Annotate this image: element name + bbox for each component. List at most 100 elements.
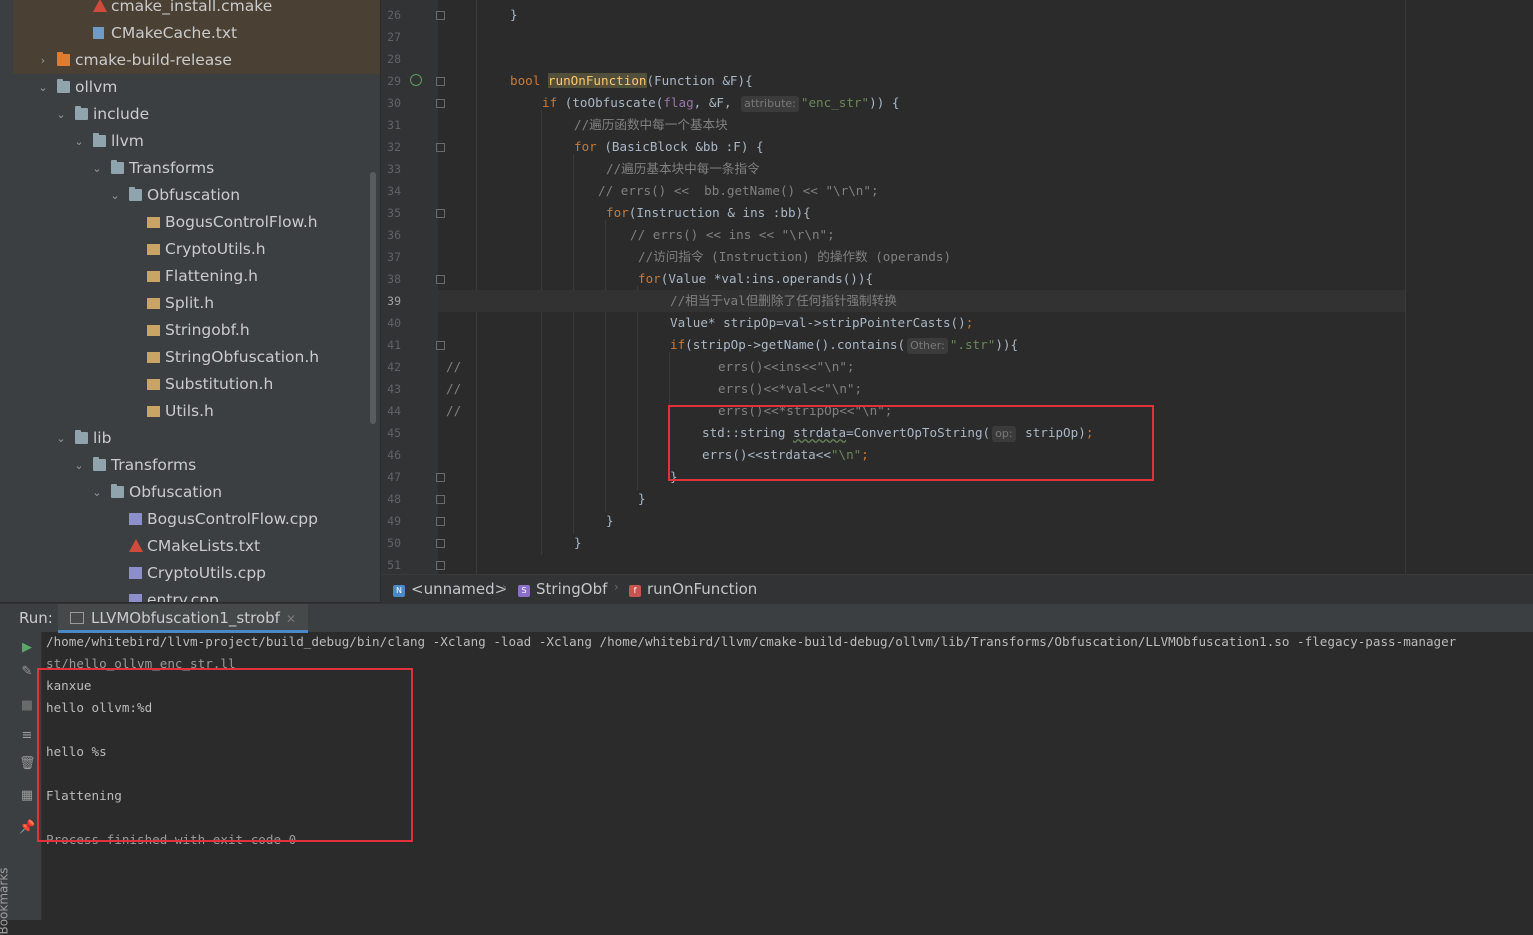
tree-item[interactable]: Stringobf.h bbox=[13, 317, 380, 344]
tree-item[interactable]: ⌄ ollvm bbox=[13, 74, 380, 101]
tree-item[interactable]: ⌄ Obfuscation bbox=[13, 479, 380, 506]
line-number[interactable]: 51 bbox=[381, 554, 401, 574]
line-number[interactable]: 33 bbox=[381, 158, 401, 180]
line-number[interactable]: 28 bbox=[381, 48, 401, 70]
code-line-26[interactable]: } bbox=[510, 4, 518, 26]
line-number[interactable]: 42 bbox=[381, 356, 401, 378]
line-number[interactable]: 39 bbox=[381, 290, 401, 312]
code-line-37[interactable]: //访问指令 (Instruction) 的操作数 (operands) bbox=[638, 246, 951, 268]
line-number[interactable]: 31 bbox=[381, 114, 401, 136]
line-number[interactable]: 41 bbox=[381, 334, 401, 356]
chevron-down-icon[interactable]: ⌄ bbox=[55, 425, 67, 452]
fold-marker-icon[interactable] bbox=[436, 99, 445, 108]
line-number[interactable]: 37 bbox=[381, 246, 401, 268]
breadcrumb-function[interactable]: f runOnFunction bbox=[629, 580, 757, 598]
run-config-tab[interactable]: LLVMObfuscation1_strobf ✕ bbox=[58, 604, 308, 633]
wrench-icon[interactable]: ✎ bbox=[19, 664, 35, 680]
close-icon[interactable]: ✕ bbox=[286, 612, 296, 626]
tree-item[interactable]: ⌄ Transforms bbox=[13, 155, 380, 182]
fold-marker-icon[interactable] bbox=[436, 495, 445, 504]
tree-item[interactable]: › cmake-build-release bbox=[13, 47, 380, 74]
chevron-down-icon[interactable]: ⌄ bbox=[55, 101, 67, 128]
fold-marker-icon[interactable] bbox=[436, 275, 445, 284]
line-number[interactable]: 29 bbox=[381, 70, 401, 92]
tree-item[interactable]: Substitution.h bbox=[13, 371, 380, 398]
line-number[interactable]: 30 bbox=[381, 92, 401, 114]
code-line-40[interactable]: Value* stripOp=val->stripPointerCasts(); bbox=[670, 312, 973, 334]
chevron-down-icon[interactable]: ⌄ bbox=[73, 128, 85, 155]
tree-item[interactable]: ⌄ Transforms bbox=[13, 452, 380, 479]
code-line-38[interactable]: for(Value *val:ins.operands()){ bbox=[638, 268, 873, 290]
code-line-33[interactable]: //遍历基本块中每一条指令 bbox=[606, 158, 760, 180]
rerun-icon[interactable]: ▶ bbox=[19, 640, 35, 656]
code-line-43[interactable]: errs()<<*val<<"\n"; bbox=[718, 378, 862, 400]
tree-item[interactable]: entry.cpp bbox=[13, 587, 380, 602]
fold-marker-icon[interactable] bbox=[436, 539, 445, 548]
line-number[interactable]: 26 bbox=[381, 4, 401, 26]
code-line-41[interactable]: if(stripOp->getName().contains(Other: ".s… bbox=[670, 334, 1018, 356]
code-line-39[interactable]: //相当于val但删除了任何指针强制转换 bbox=[670, 290, 897, 312]
code-line-35[interactable]: for(Instruction & ins :bb){ bbox=[606, 202, 811, 224]
tree-item[interactable]: ⌄ include bbox=[13, 101, 380, 128]
line-number[interactable]: 47 bbox=[381, 466, 401, 488]
code-line-30[interactable]: if (toObfuscate(flag, &F, attribute: "enc… bbox=[542, 92, 899, 114]
console-line-command[interactable]: /home/whitebird/llvm-project/build_debug… bbox=[46, 631, 1456, 653]
code-line-31[interactable]: //遍历函数中每一个基本块 bbox=[574, 114, 728, 136]
tree-item[interactable]: CryptoUtils.h bbox=[13, 236, 380, 263]
code-line-50[interactable]: } bbox=[574, 532, 582, 554]
tree-item[interactable]: CryptoUtils.cpp bbox=[13, 560, 380, 587]
tree-item[interactable]: ⌄ lib bbox=[13, 425, 380, 452]
chevron-down-icon[interactable]: ⌄ bbox=[73, 452, 85, 479]
tree-item[interactable]: CMakeLists.txt bbox=[13, 533, 380, 560]
fold-marker-icon[interactable] bbox=[436, 473, 445, 482]
fold-marker-icon[interactable] bbox=[436, 11, 445, 20]
stop-icon[interactable]: ■ bbox=[19, 698, 35, 714]
pin-icon[interactable]: 📌 bbox=[19, 820, 35, 836]
chevron-down-icon[interactable]: ⌄ bbox=[91, 479, 103, 506]
line-number[interactable]: 27 bbox=[381, 26, 401, 48]
fold-marker-icon[interactable] bbox=[436, 77, 445, 86]
chevron-right-icon[interactable]: › bbox=[37, 47, 49, 74]
fold-marker-icon[interactable] bbox=[436, 341, 445, 350]
line-number[interactable]: 44 bbox=[381, 400, 401, 422]
trash-icon[interactable]: 🗑 bbox=[19, 756, 36, 772]
fold-marker-icon[interactable] bbox=[436, 561, 445, 570]
line-number[interactable]: 35 bbox=[381, 202, 401, 224]
tree-item[interactable]: BogusControlFlow.cpp bbox=[13, 506, 380, 533]
tree-item[interactable]: Flattening.h bbox=[13, 263, 380, 290]
bookmarks-tab[interactable]: Bookmarks bbox=[0, 867, 11, 934]
tree-item[interactable]: Split.h bbox=[13, 290, 380, 317]
tree-item[interactable]: BogusControlFlow.h bbox=[13, 209, 380, 236]
line-number[interactable]: 34 bbox=[381, 180, 401, 202]
soft-wrap-icon[interactable]: ≡ bbox=[19, 728, 35, 744]
line-number[interactable]: 48 bbox=[381, 488, 401, 510]
code-line-49[interactable]: } bbox=[606, 510, 614, 532]
line-number[interactable]: 45 bbox=[381, 422, 401, 444]
tree-item[interactable]: ⌄ llvm bbox=[13, 128, 380, 155]
layout-icon[interactable]: ▦ bbox=[19, 788, 35, 804]
chevron-down-icon[interactable]: ⌄ bbox=[109, 182, 121, 209]
line-number[interactable]: 38 bbox=[381, 268, 401, 290]
code-line-32[interactable]: for (BasicBlock &bb :F) { bbox=[574, 136, 764, 158]
line-number[interactable]: 32 bbox=[381, 136, 401, 158]
tree-item[interactable]: CMakeCache.txt bbox=[13, 20, 380, 47]
line-number[interactable]: 40 bbox=[381, 312, 401, 334]
line-number[interactable]: 43 bbox=[381, 378, 401, 400]
project-tree-scrollbar[interactable] bbox=[370, 172, 376, 424]
line-number[interactable]: 46 bbox=[381, 444, 401, 466]
chevron-down-icon[interactable]: ⌄ bbox=[37, 74, 49, 101]
code-editor[interactable]: 26 27 28 29 30 31 32 33 34 35 36 37 38 39 40 41 42 43 44 45… bbox=[381, 0, 1533, 574]
fold-marker-icon[interactable] bbox=[436, 143, 445, 152]
code-line-29[interactable]: bool runOnFunction(Function &F){ bbox=[510, 70, 753, 92]
code-line-36[interactable]: // errs() << ins << "\r\n"; bbox=[630, 224, 835, 246]
code-line-48[interactable]: } bbox=[638, 488, 646, 510]
tree-item[interactable]: ⌄ Obfuscation bbox=[13, 182, 380, 209]
fold-marker-icon[interactable] bbox=[436, 517, 445, 526]
override-gutter-icon[interactable] bbox=[410, 74, 422, 86]
tree-item[interactable]: StringObfuscation.h bbox=[13, 344, 380, 371]
line-number[interactable]: 50 bbox=[381, 532, 401, 554]
line-number[interactable]: 49 bbox=[381, 510, 401, 532]
tree-item[interactable]: Utils.h bbox=[13, 398, 380, 425]
line-number[interactable]: 36 bbox=[381, 224, 401, 246]
code-line-34[interactable]: // errs() << bb.getName() << "\r\n"; bbox=[598, 180, 879, 202]
